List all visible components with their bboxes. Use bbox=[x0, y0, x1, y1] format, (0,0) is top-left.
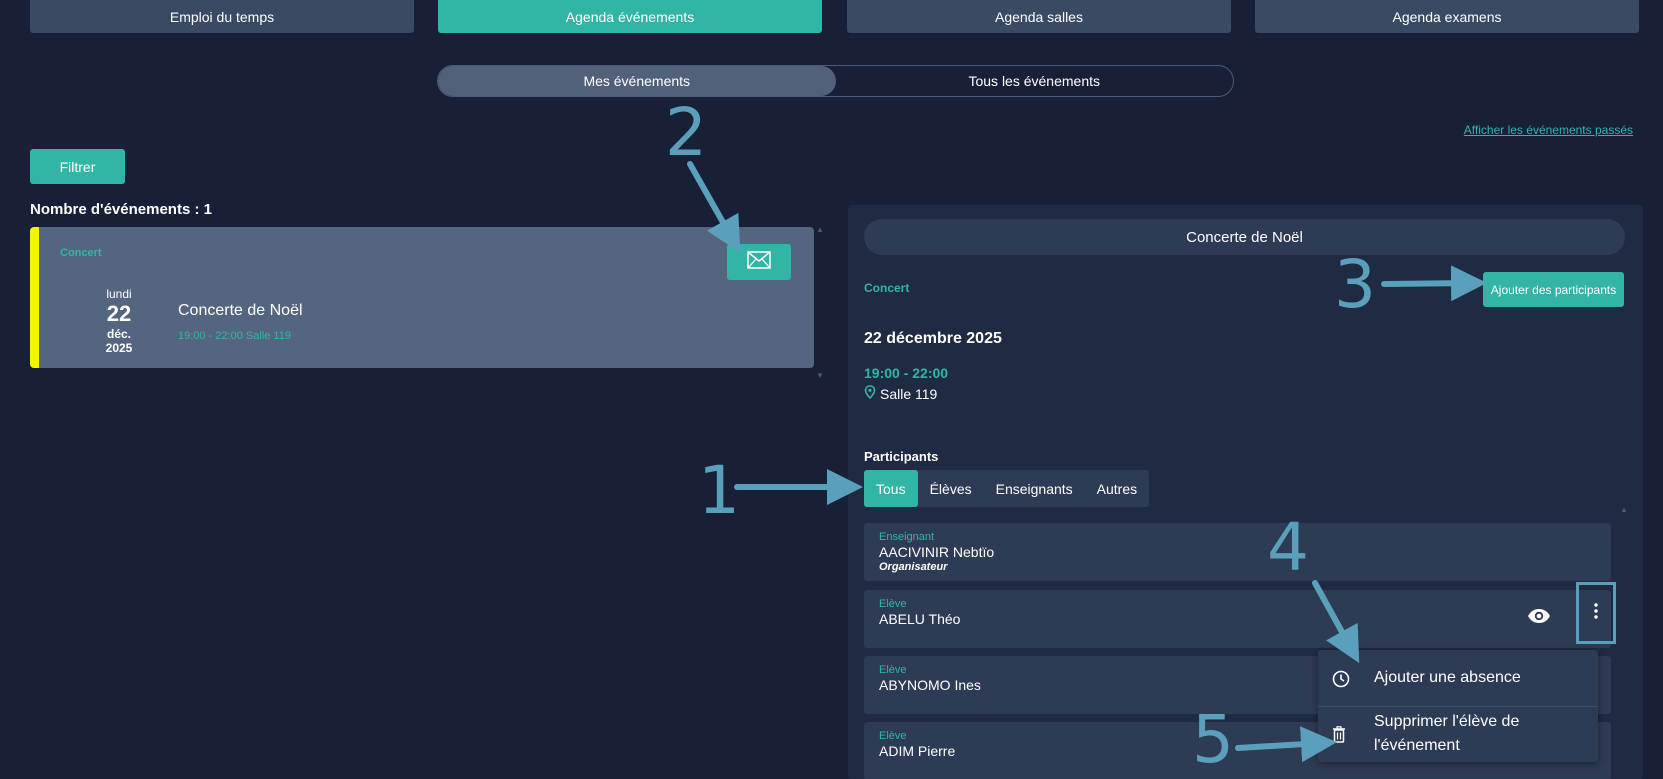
detail-location: Salle 119 bbox=[864, 385, 937, 402]
remove-student-label-line1: Supprimer l'élève de bbox=[1374, 713, 1520, 730]
show-past-events-link[interactable]: Afficher les événements passés bbox=[1464, 123, 1633, 137]
add-absence-label: Ajouter une absence bbox=[1374, 669, 1521, 686]
event-time-location: 19:00 - 22:00 Salle 119 bbox=[178, 330, 291, 342]
detail-title: Concerte de Noël bbox=[864, 219, 1625, 255]
trash-icon bbox=[1332, 726, 1346, 748]
participant-role: Elève bbox=[879, 598, 907, 610]
tab-agenda-evenements[interactable]: Agenda événements bbox=[438, 0, 822, 33]
detail-type: Concert bbox=[864, 281, 910, 295]
participants-tabs: Tous Élèves Enseignants Autres bbox=[864, 470, 1150, 507]
envelope-icon bbox=[747, 250, 771, 274]
filter-button[interactable]: Filtrer bbox=[30, 149, 125, 184]
event-type: Concert bbox=[60, 247, 102, 259]
participant-role: Elève bbox=[879, 664, 907, 676]
participant-name: AACIVINIR Nebtïo bbox=[879, 544, 995, 560]
annotation-3: 3 bbox=[1334, 246, 1376, 323]
annotation-2: 2 bbox=[665, 94, 707, 171]
participant-name: ABELU Théo bbox=[879, 611, 961, 627]
page: Emploi du temps Agenda événements Agenda… bbox=[0, 0, 1663, 779]
more-vertical-icon bbox=[1594, 602, 1598, 624]
list-scroll-up-icon[interactable]: ▲ bbox=[816, 225, 824, 234]
tab-emploi-du-temps[interactable]: Emploi du temps bbox=[30, 0, 414, 33]
add-absence-menu-item[interactable]: Ajouter une absence bbox=[1318, 666, 1598, 692]
add-participants-button[interactable]: Ajouter des participants bbox=[1483, 272, 1624, 307]
participant-context-menu: Ajouter une absence Supprimer l'élève de… bbox=[1318, 650, 1598, 762]
tab-teachers[interactable]: Enseignants bbox=[984, 470, 1085, 507]
tab-students[interactable]: Élèves bbox=[918, 470, 984, 507]
tab-others[interactable]: Autres bbox=[1085, 470, 1149, 507]
annotation-4: 4 bbox=[1267, 509, 1309, 586]
event-month: déc. bbox=[106, 327, 131, 341]
annotation-1: 1 bbox=[698, 452, 740, 529]
participant-role: Elève bbox=[879, 730, 907, 742]
send-message-button[interactable] bbox=[727, 244, 791, 280]
participant-name: ADIM Pierre bbox=[879, 743, 956, 759]
participants-scroll-up-icon[interactable]: ▲ bbox=[1620, 505, 1628, 514]
participant-organizer-tag: Organisateur bbox=[879, 561, 948, 573]
event-date: lundi 22 déc. 2025 bbox=[94, 287, 144, 355]
remove-student-label-line2: l'événement bbox=[1374, 737, 1460, 754]
tab-all[interactable]: Tous bbox=[864, 470, 918, 507]
event-count: Nombre d'événements : 1 bbox=[30, 201, 212, 218]
annotation-5: 5 bbox=[1192, 701, 1234, 778]
remove-student-menu-item[interactable]: Supprimer l'élève de l'événement bbox=[1318, 706, 1598, 762]
location-pin-icon bbox=[864, 385, 876, 402]
participant-row: Enseignant AACIVINIR Nebtïo Organisateur bbox=[864, 523, 1611, 581]
clock-icon bbox=[1332, 670, 1350, 693]
participant-role: Enseignant bbox=[879, 531, 935, 543]
detail-time: 19:00 - 22:00 bbox=[864, 365, 949, 381]
list-scroll-down-icon[interactable]: ▼ bbox=[816, 371, 824, 380]
tab-agenda-examens[interactable]: Agenda examens bbox=[1255, 0, 1639, 33]
all-events-option[interactable]: Tous les événements bbox=[836, 66, 1234, 96]
event-day: 22 bbox=[106, 301, 132, 326]
my-events-option[interactable]: Mes événements bbox=[438, 66, 836, 96]
event-title: Concerte de Noël bbox=[178, 302, 303, 319]
event-weekday: lundi bbox=[106, 287, 132, 301]
detail-location-label: Salle 119 bbox=[880, 385, 938, 402]
participant-name: ABYNOMO Ines bbox=[879, 677, 981, 693]
events-scope-toggle: Mes événements Tous les événements bbox=[437, 65, 1234, 97]
participant-row: Elève ABELU Théo bbox=[864, 582, 1616, 648]
eye-icon[interactable] bbox=[1527, 608, 1551, 629]
participants-heading: Participants bbox=[864, 449, 939, 464]
event-year: 2025 bbox=[105, 341, 133, 355]
event-card[interactable]: Concert lundi 22 déc. 2025 Concerte de N… bbox=[30, 227, 814, 368]
detail-date: 22 décembre 2025 bbox=[864, 330, 1002, 347]
tab-agenda-salles[interactable]: Agenda salles bbox=[847, 0, 1231, 33]
row-actions-button[interactable] bbox=[1576, 582, 1616, 644]
